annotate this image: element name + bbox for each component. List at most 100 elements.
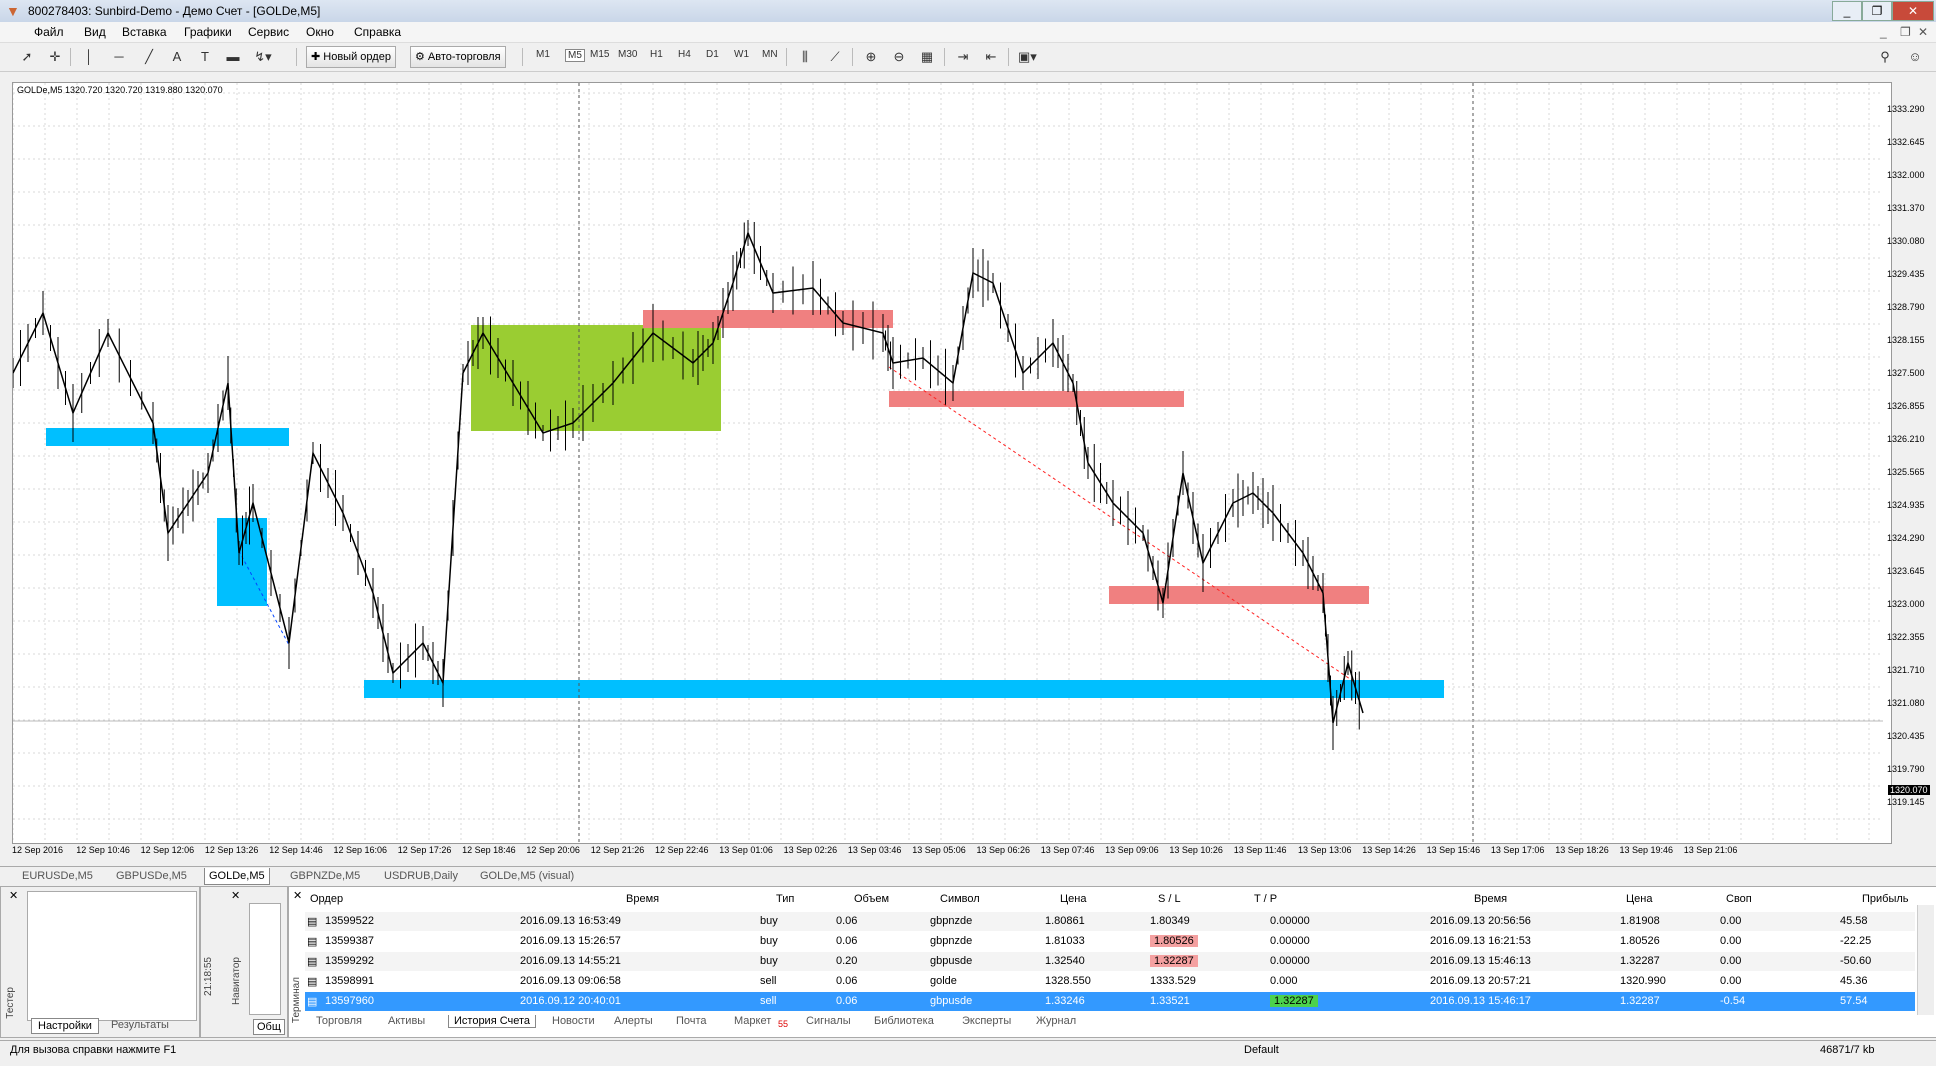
new-order-button[interactable]: ✚ Новый ордер: [306, 46, 396, 68]
terminal-tab[interactable]: Алерты: [614, 1015, 653, 1027]
terminal-tab[interactable]: Эксперты: [962, 1015, 1011, 1027]
column-header[interactable]: Ордер: [310, 893, 343, 905]
menu-charts[interactable]: Графики: [184, 25, 232, 39]
chart-tab-golde-visual[interactable]: GOLDe,M5 (visual): [476, 868, 578, 884]
menu-tools[interactable]: Сервис: [248, 25, 289, 39]
table-cell: 1.33246: [1045, 995, 1085, 1007]
table-cell: 2016.09.13 15:46:13: [1430, 955, 1531, 967]
mdi-minimize-icon[interactable]: _: [1880, 25, 1887, 39]
terminal-tab[interactable]: Журнал: [1036, 1015, 1076, 1027]
table-row[interactable]: ▤ 13599387 2016.09.13 15:26:57 buy 0.06 gbpnz…: [305, 932, 1915, 951]
zoom-in-icon[interactable]: ⊕: [862, 48, 880, 66]
table-row[interactable]: ▤ 13597960 2016.09.12 20:40:01 sell 0.06 gbpu…: [305, 992, 1915, 1011]
auto-trading-button[interactable]: ⚙ Авто-торговля: [410, 46, 506, 68]
terminal-tab[interactable]: Почта: [676, 1015, 707, 1027]
templates-icon[interactable]: ▣▾: [1018, 48, 1037, 66]
timeframe-m5[interactable]: M5: [565, 49, 585, 62]
chart-tab-usdrub[interactable]: USDRUB,Daily: [380, 868, 462, 884]
table-row[interactable]: ▤ 13598991 2016.09.13 09:06:58 sell 0.06 gold…: [305, 972, 1915, 991]
table-row[interactable]: ▤ 13599522 2016.09.13 16:53:49 buy 0.06 gbpnz…: [305, 912, 1915, 931]
vertical-line-icon[interactable]: │: [80, 48, 98, 66]
column-header[interactable]: Время: [1474, 893, 1507, 905]
menu-view[interactable]: Вид: [84, 25, 106, 39]
price-tick-label: 1321.710: [1887, 665, 1925, 675]
terminal-tab[interactable]: Активы: [388, 1015, 425, 1027]
text-icon[interactable]: A: [168, 48, 186, 66]
trendline-icon[interactable]: ╱: [140, 48, 158, 66]
text-label-icon[interactable]: T: [196, 48, 214, 66]
navigator-tree[interactable]: [249, 903, 281, 1015]
menu-window[interactable]: Окно: [306, 25, 334, 39]
auto-scroll-icon[interactable]: ⇥: [954, 48, 972, 66]
navigator-close-icon[interactable]: ✕: [231, 889, 240, 902]
column-header[interactable]: Время: [626, 893, 659, 905]
table-cell: gbpnzde: [930, 935, 973, 947]
column-header[interactable]: T / P: [1254, 893, 1277, 905]
timeframe-w1[interactable]: W1: [734, 49, 749, 60]
crosshair-icon[interactable]: ✛: [46, 48, 64, 66]
app-logo-icon: ▼: [6, 3, 20, 19]
timeframe-d1[interactable]: D1: [706, 49, 719, 60]
chart-tab-golde[interactable]: GOLDe,M5: [204, 868, 270, 885]
cursor-icon[interactable]: ➚: [18, 48, 36, 66]
terminal-scrollbar[interactable]: [1917, 905, 1934, 1015]
rectangle-icon[interactable]: ▬: [224, 48, 242, 66]
terminal-close-icon[interactable]: ✕: [293, 889, 302, 902]
objects-dropdown-icon[interactable]: ↯▾: [254, 48, 272, 66]
column-header[interactable]: Цена: [1626, 893, 1652, 905]
navigator-tab-common[interactable]: Общ: [253, 1019, 285, 1035]
chart-tab-eurusde[interactable]: EURUSDe,M5: [18, 868, 97, 884]
price-chart[interactable]: GOLDe,M5 1320.720 1320.720 1319.880 1320…: [12, 82, 1892, 844]
chart-shift-icon[interactable]: ⇤: [982, 48, 1000, 66]
terminal-tab[interactable]: Маркет: [734, 1015, 771, 1027]
support-zone: [46, 428, 289, 446]
terminal-tab[interactable]: Торговля: [316, 1015, 362, 1027]
community-icon[interactable]: ☺: [1906, 48, 1924, 66]
terminal-tab[interactable]: Сигналы: [806, 1015, 851, 1027]
table-row[interactable]: ▤ 13599292 2016.09.13 14:55:21 buy 0.20 gbpus…: [305, 952, 1915, 971]
timeframe-h4[interactable]: H4: [678, 49, 691, 60]
table-cell: 0.00000: [1270, 915, 1310, 927]
table-cell: 1.80526: [1150, 935, 1198, 947]
chart-tab-gbpusde[interactable]: GBPUSDe,M5: [112, 868, 191, 884]
timeframe-m30[interactable]: M30: [618, 49, 637, 60]
tile-windows-icon[interactable]: ▦: [918, 48, 936, 66]
column-header[interactable]: Символ: [940, 893, 980, 905]
table-cell: 0.06: [836, 915, 858, 927]
close-button[interactable]: ✕: [1892, 1, 1934, 21]
timeframe-m15[interactable]: M15: [590, 49, 609, 60]
menu-help[interactable]: Справка: [354, 25, 401, 39]
column-header[interactable]: Своп: [1726, 893, 1752, 905]
timeframe-mn[interactable]: MN: [762, 49, 778, 60]
horizontal-line-icon[interactable]: ─: [110, 48, 128, 66]
search-icon[interactable]: ⚲: [1876, 48, 1894, 66]
chart-tab-gbpnzde[interactable]: GBPNZDe,M5: [286, 868, 364, 884]
time-tick-label: 13 Sep 15:46: [1426, 845, 1481, 855]
table-cell: 0.06: [836, 975, 858, 987]
column-header[interactable]: Тип: [776, 893, 794, 905]
terminal-tab[interactable]: Библиотека: [874, 1015, 934, 1027]
table-cell: 13598991: [325, 975, 374, 987]
menu-insert[interactable]: Вставка: [122, 25, 167, 39]
column-header[interactable]: Прибыль: [1862, 893, 1909, 905]
timeframe-h1[interactable]: H1: [650, 49, 663, 60]
menu-file[interactable]: Файл: [34, 25, 64, 39]
restore-button[interactable]: ❐: [1862, 1, 1892, 21]
line-chart-icon[interactable]: ⟋: [826, 48, 844, 66]
price-tick-label: 1323.000: [1887, 599, 1925, 609]
bar-chart-icon[interactable]: ⫼: [796, 48, 814, 66]
zoom-out-icon[interactable]: ⊖: [890, 48, 908, 66]
column-header[interactable]: Объем: [854, 893, 889, 905]
tester-tab-results[interactable]: Результаты: [111, 1019, 169, 1031]
column-header[interactable]: S / L: [1158, 893, 1181, 905]
minimize-button[interactable]: _: [1832, 1, 1862, 21]
timeframe-m1[interactable]: M1: [536, 49, 550, 60]
tester-close-icon[interactable]: ✕: [9, 889, 18, 902]
terminal-tab[interactable]: Новости: [552, 1015, 595, 1027]
table-cell: 45.58: [1840, 915, 1868, 927]
mdi-restore-icon[interactable]: ❐: [1900, 25, 1911, 39]
mdi-close-icon[interactable]: ✕: [1918, 25, 1928, 39]
column-header[interactable]: Цена: [1060, 893, 1086, 905]
tester-tab-settings[interactable]: Настройки: [31, 1018, 99, 1034]
terminal-tab[interactable]: История Счета: [448, 1015, 537, 1028]
